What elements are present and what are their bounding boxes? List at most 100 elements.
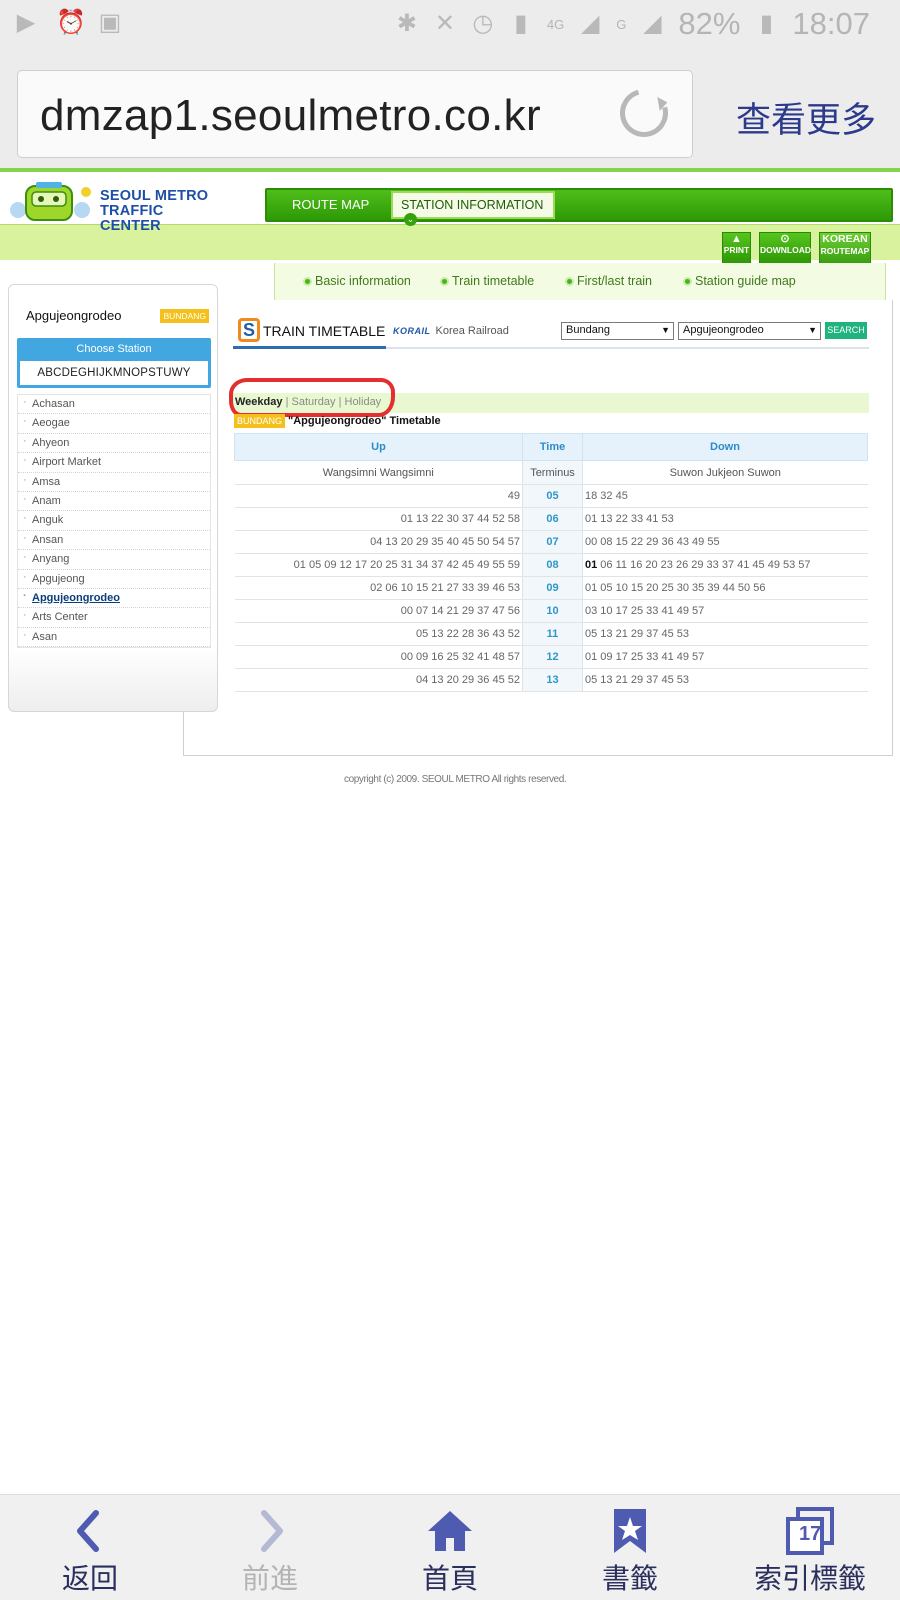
up-times: 02 06 10 15 21 27 33 39 46 53 xyxy=(234,576,523,600)
station-list: Achasan Aeogae Ahyeon Airport Market Ams… xyxy=(17,394,211,649)
clock: 18:07 xyxy=(792,6,870,41)
hour-cell: 13 xyxy=(522,668,583,692)
station-item[interactable]: Ansan xyxy=(18,531,210,551)
forward-button[interactable]: 前進 xyxy=(180,1495,360,1600)
up-times: 00 07 14 21 29 37 47 56 xyxy=(234,599,523,623)
bookmarks-button[interactable]: 書籤 xyxy=(540,1495,720,1600)
line-select-value: Bundang xyxy=(566,324,611,336)
print-button[interactable]: ▲ PRINT xyxy=(722,232,751,264)
terminus-down: Suwon Jukjeon Suwon xyxy=(582,460,868,485)
nav-station-information[interactable]: STATION INFORMATION⌄ xyxy=(391,191,555,226)
tabs-label: 索引標籤 xyxy=(753,1562,866,1595)
red-annotation-circle xyxy=(229,378,395,417)
chevron-down-icon: ⌄ xyxy=(404,213,417,226)
alphabet-filter[interactable]: ABCDEGHIJKMNOPSTUWY xyxy=(20,361,208,385)
phone-screen: ▶ ⏰ ▣ ✱ ✕ ◷ ▮ 4G ◢ G ◢ 82% ▮ 18:07 dmzap… xyxy=(0,0,900,1600)
station-item[interactable]: Aeogae xyxy=(18,414,210,434)
table-row: 49 05 18 32 45 xyxy=(234,484,868,508)
back-icon xyxy=(77,1510,99,1552)
logo-line-2: TRAFFIC CENTER xyxy=(100,203,164,234)
table-row: 01 05 09 12 17 20 25 31 34 37 42 45 49 5… xyxy=(234,553,868,577)
mascot-icon xyxy=(10,182,91,221)
search-button[interactable]: SEARCH xyxy=(825,322,867,339)
hour-cell: 10 xyxy=(522,599,583,623)
caption-text: "Apgujeongrodeo" Timetable xyxy=(288,415,441,427)
reload-icon[interactable] xyxy=(611,80,677,146)
station-item[interactable]: Anam xyxy=(18,492,210,512)
terminus-row: Wangsimni Wangsimni Terminus Suwon Jukje… xyxy=(234,460,868,485)
table-row: 04 13 20 29 36 45 52 13 05 13 21 29 37 45 … xyxy=(234,668,868,692)
hour-cell: 12 xyxy=(522,645,583,669)
printer-icon: ▲ xyxy=(731,233,742,245)
station-item[interactable]: Anyang xyxy=(18,550,210,570)
hour-cell: 06 xyxy=(522,507,583,531)
tab-first-last-train[interactable]: First/last train xyxy=(565,274,652,288)
play-icon: ▶ xyxy=(16,9,36,36)
choose-station-title: Choose Station xyxy=(76,343,152,355)
url-bar[interactable]: dmzap1.seoulmetro.co.kr xyxy=(17,70,693,158)
hour-cell: 08 xyxy=(522,553,583,577)
image-icon: ▣ xyxy=(98,9,122,36)
bluetooth-icon: ✱ xyxy=(396,10,417,37)
back-button[interactable]: 返回 xyxy=(0,1495,180,1600)
site-header: SEOUL METRO TRAFFIC CENTER ROUTE MAP STA… xyxy=(0,176,900,264)
network-type: 4G xyxy=(546,16,565,32)
download-label: DOWNLOAD xyxy=(760,245,811,255)
sub-navigation: Basic information Train timetable First/… xyxy=(274,263,886,303)
status-bar: ▶ ⏰ ▣ ✱ ✕ ◷ ▮ 4G ◢ G ◢ 82% ▮ 18:07 xyxy=(0,0,900,50)
bookmark-icon xyxy=(614,1509,646,1553)
up-times: 01 05 09 12 17 20 25 31 34 37 42 45 49 5… xyxy=(234,553,523,577)
tabs-button[interactable]: 17 索引標籤 xyxy=(720,1495,900,1600)
forward-label: 前進 xyxy=(241,1562,298,1595)
alarm-clock-icon: ◷ xyxy=(472,10,494,37)
table-row: 05 13 22 28 36 43 52 11 05 13 21 29 37 45 … xyxy=(234,622,868,646)
korean-routemap-button[interactable]: KOREAN ROUTEMAP xyxy=(819,232,871,264)
station-item[interactable]: Achasan xyxy=(18,395,210,415)
site-logo[interactable]: SEOUL METRO TRAFFIC CENTER xyxy=(8,180,228,234)
station-item[interactable]: Asan xyxy=(18,628,210,648)
bullet-icon xyxy=(683,277,692,286)
down-times: 05 13 21 29 37 45 53 xyxy=(582,622,868,646)
korean-label: KOREAN xyxy=(822,233,868,245)
copyright-text: copyright (c) 2009. SEOUL METRO All righ… xyxy=(344,774,567,785)
station-item[interactable]: Amsa xyxy=(18,473,210,492)
down-times: 01 09 17 25 33 41 49 57 xyxy=(582,645,868,669)
table-row: 00 09 16 25 32 41 48 57 12 01 09 17 25 33 … xyxy=(234,645,868,669)
korail-logo: KORAIL Korea Railroad xyxy=(393,325,509,337)
hour-cell: 11 xyxy=(522,622,583,646)
dropdown-arrow-icon: ▼ xyxy=(661,325,670,335)
station-item[interactable]: Apgujeong xyxy=(18,570,210,589)
station-item[interactable]: Airport Market xyxy=(18,453,210,473)
download-button[interactable]: ⊙ DOWNLOAD xyxy=(759,232,811,264)
timetable-caption: BUNDANG "Apgujeongrodeo" Timetable xyxy=(234,414,441,428)
hour-cell: 07 xyxy=(522,530,583,554)
station-item[interactable]: Ahyeon xyxy=(18,434,210,454)
tab-train-timetable[interactable]: Train timetable xyxy=(440,274,534,288)
nav-route-map[interactable]: ROUTE MAP xyxy=(292,197,369,212)
sim-icon: ▮ xyxy=(514,10,528,37)
bullet-icon xyxy=(440,277,449,286)
timetable: Up Time Down Wangsimni Wangsimni Terminu… xyxy=(234,433,868,692)
logo-line-1: SEOUL METRO xyxy=(100,188,209,204)
line-select[interactable]: Bundang ▼ xyxy=(561,322,674,340)
station-item-active[interactable]: Apgujeongrodeo xyxy=(18,589,210,609)
down-remaining-times: 06 11 16 20 23 26 29 33 37 41 45 49 53 5… xyxy=(597,559,811,571)
more-button[interactable]: 查看更多 xyxy=(736,92,876,143)
url-text[interactable]: dmzap1.seoulmetro.co.kr xyxy=(40,91,541,141)
download-icon: ⊙ xyxy=(780,233,790,245)
home-button[interactable]: 首頁 xyxy=(360,1495,540,1600)
down-times: 18 32 45 xyxy=(582,484,868,508)
tab-basic-information[interactable]: Basic information xyxy=(303,274,411,288)
station-select[interactable]: Apgujeongrodeo ▼ xyxy=(678,322,821,340)
signal-2-icon: ◢ xyxy=(643,10,662,37)
alarm-icon: ⏰ xyxy=(56,9,86,36)
station-item[interactable]: Arts Center xyxy=(18,608,210,628)
top-navigation: ROUTE MAP STATION INFORMATION⌄ xyxy=(265,188,893,226)
station-item[interactable]: Anguk xyxy=(18,511,210,531)
down-first-time: 01 xyxy=(585,559,598,571)
korail-text: Korea Railroad xyxy=(435,325,509,337)
tab-station-guide-map[interactable]: Station guide map xyxy=(683,274,796,288)
home-label: 首頁 xyxy=(421,1562,478,1595)
down-times: 00 08 15 22 29 36 43 49 55 xyxy=(582,530,868,554)
line-badge: BUNDANG xyxy=(160,309,209,323)
